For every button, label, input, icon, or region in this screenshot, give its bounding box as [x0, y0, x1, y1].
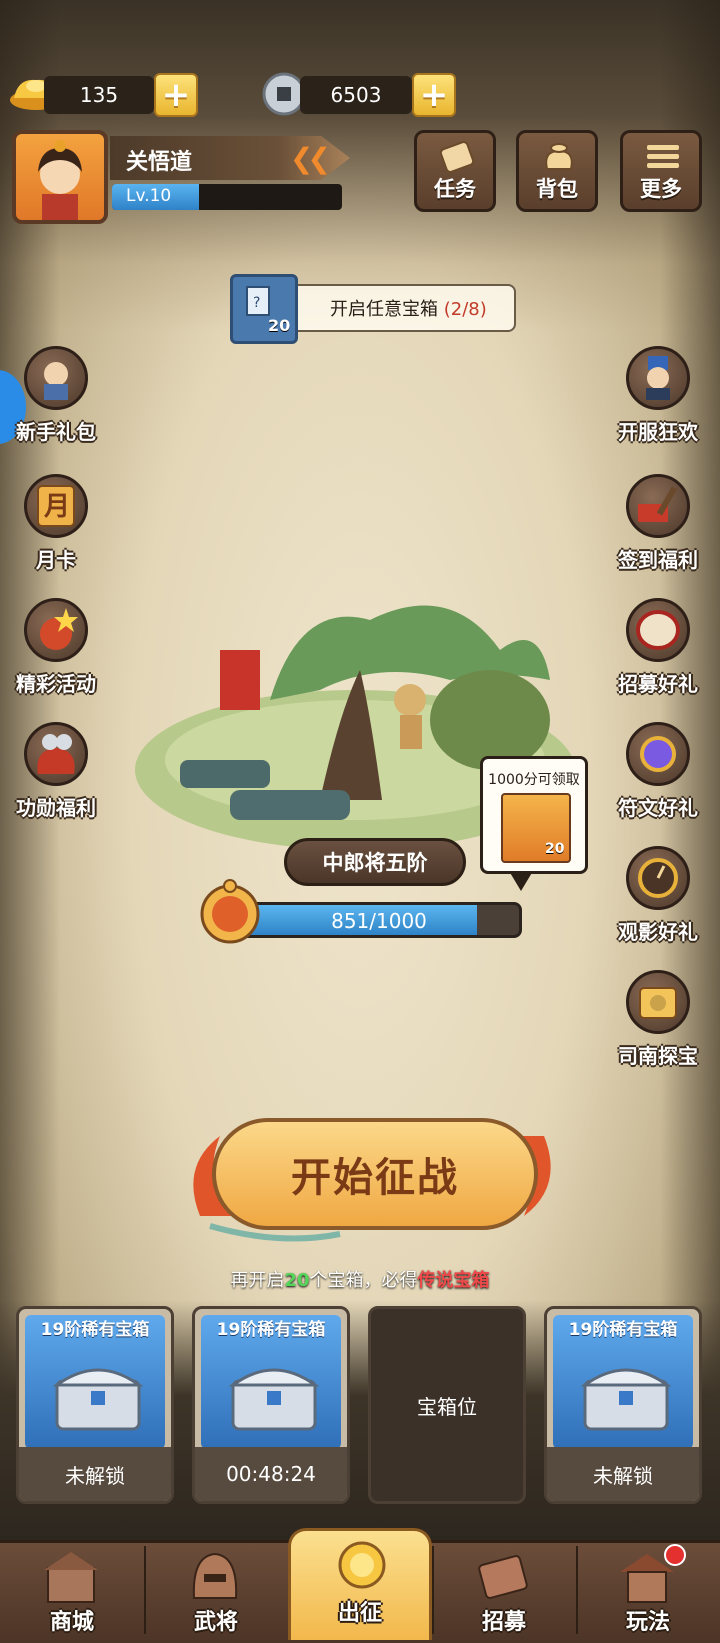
- rank-reward-bubble[interactable]: 1000分可领取 20: [480, 756, 588, 891]
- calligraphy-icon: [638, 486, 678, 522]
- strategist-icon: [646, 356, 670, 400]
- battle-flag-icon: [338, 1541, 386, 1589]
- rank-progress-text: 851/1000: [331, 909, 427, 933]
- chest-task-count: 20: [268, 316, 291, 335]
- start-battle-button[interactable]: 开始征战: [212, 1118, 538, 1230]
- events-button[interactable]: 精彩活动: [0, 598, 112, 708]
- tab-expedition[interactable]: 出征: [288, 1528, 432, 1640]
- star-bag-icon: [40, 608, 78, 650]
- gold-amount: 135: [44, 76, 154, 114]
- video-gift-button[interactable]: 观影好礼: [602, 846, 714, 956]
- player-name: 关悟道: [126, 150, 193, 175]
- bag-icon: [545, 143, 573, 170]
- chest-hint: 再开启20个宝箱，必得传说宝箱: [230, 1270, 490, 1291]
- newbie-gift-button[interactable]: 新手礼包: [0, 346, 112, 456]
- tab-gameplay[interactable]: 玩法: [576, 1540, 720, 1640]
- hint-number: 20: [284, 1270, 310, 1291]
- chest-task-banner[interactable]: ? 20 开启任意宝箱 (2/8): [230, 274, 516, 344]
- chest-slot-3-empty[interactable]: 宝箱位: [368, 1306, 526, 1504]
- chest-task-progress: (2/8): [443, 299, 487, 320]
- reward-count: 20: [545, 841, 565, 857]
- add-gold-button[interactable]: +: [154, 73, 198, 117]
- chest-slot-4[interactable]: 19阶稀有宝箱 未解锁: [544, 1306, 702, 1504]
- menu-icon: [647, 145, 679, 168]
- tab-generals[interactable]: 武将: [144, 1540, 288, 1640]
- server-carnival-button[interactable]: 开服狂欢: [602, 346, 714, 456]
- monthly-card-button[interactable]: 月 月卡: [0, 474, 112, 584]
- compass-treasure-button[interactable]: 司南探宝: [602, 970, 714, 1080]
- hero-portrait-icon: [38, 140, 82, 220]
- merit-welfare-button[interactable]: 功勋福利: [0, 722, 112, 832]
- month-glyph: 月: [44, 492, 71, 522]
- silver-chest-icon: [52, 1368, 144, 1431]
- chest-slot-2[interactable]: 19阶稀有宝箱 00:48:24: [192, 1306, 350, 1504]
- add-coin-button[interactable]: +: [412, 73, 456, 117]
- treasure-bag-icon: [37, 734, 75, 774]
- player-level: Lv.10: [126, 186, 172, 206]
- helmet-icon: [192, 1552, 238, 1599]
- notification-badge: [664, 1544, 686, 1566]
- rune-gift-button[interactable]: 符文好礼: [602, 722, 714, 832]
- scroll-icon: [439, 141, 475, 173]
- coin-amount: 6503: [300, 76, 412, 114]
- more-button[interactable]: 更多: [620, 130, 702, 212]
- clock-icon: [638, 858, 678, 898]
- rank-plate: 中郎将五阶: [284, 838, 466, 886]
- silver-chest-icon: [580, 1368, 672, 1431]
- task-button[interactable]: 任务: [414, 130, 496, 212]
- player-avatar[interactable]: [12, 130, 108, 224]
- top-shade: [0, 0, 720, 330]
- chest-task-text: 开启任意宝箱 (2/8): [330, 299, 487, 320]
- recruit-scroll-icon: [478, 1555, 528, 1599]
- chevron-icon: ❮❮: [290, 142, 331, 175]
- medal-bag-icon: [200, 879, 260, 944]
- svg-text:?: ?: [253, 295, 260, 311]
- tab-shop[interactable]: 商城: [0, 1540, 144, 1640]
- compass-icon: [639, 987, 677, 1019]
- rune-icon: [640, 736, 676, 772]
- reward-text: 1000分可领取: [488, 772, 580, 788]
- level-bar: Lv.10: [112, 184, 342, 210]
- chest-slot-1[interactable]: 19阶稀有宝箱 未解锁: [16, 1306, 174, 1504]
- warrior-icon: [44, 362, 68, 400]
- rank-progress-bar: 851/1000: [236, 902, 522, 938]
- checkin-welfare-button[interactable]: 签到福利: [602, 474, 714, 584]
- hint-legendary: 传说宝箱: [417, 1270, 490, 1291]
- shop-icon: [44, 1552, 98, 1603]
- recruit-gift-button[interactable]: 招募好礼: [602, 598, 714, 708]
- drum-icon: [636, 610, 680, 650]
- bag-button[interactable]: 背包: [516, 130, 598, 212]
- silver-chest-icon: [228, 1368, 320, 1431]
- tab-recruit[interactable]: 招募: [432, 1540, 576, 1640]
